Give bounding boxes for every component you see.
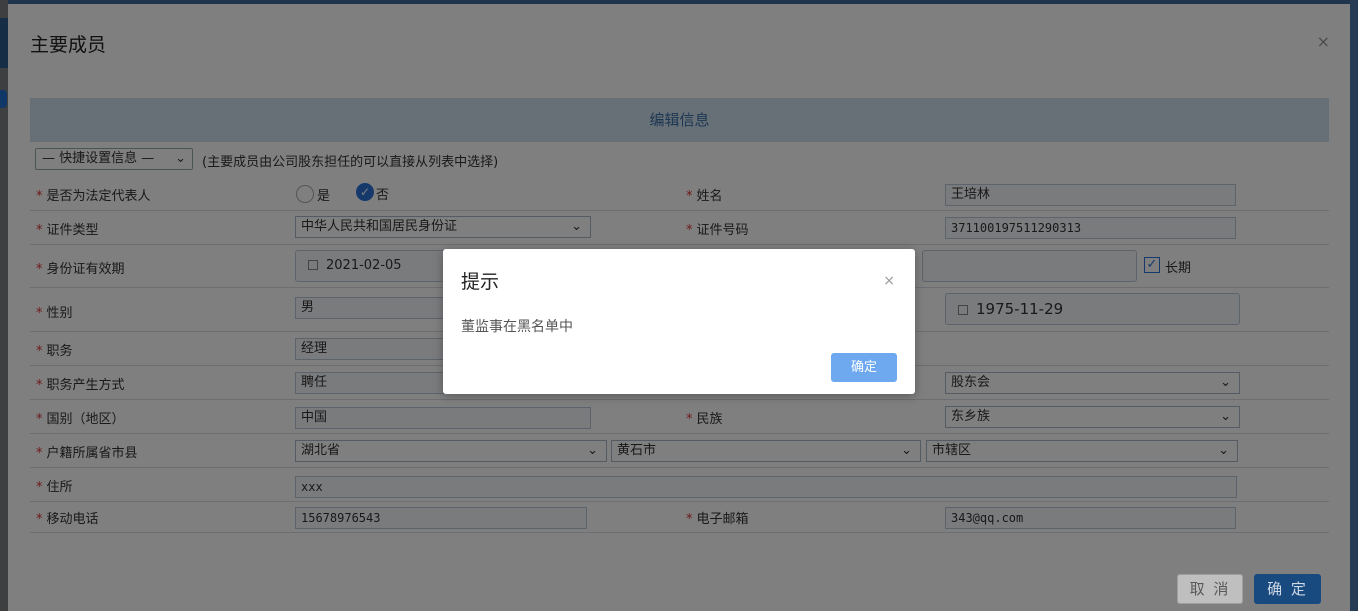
form-row-household: * 户籍所属省市县 湖北省 ⌄ 黄石市 ⌄ 市辖区 ⌄ [30, 434, 1329, 468]
country-label: * 国别（地区） [36, 412, 125, 427]
quick-settings-hint: (主要成员由公司股东担任的可以直接从列表中选择) [202, 155, 499, 170]
modal-title: 主要成员 [30, 34, 107, 56]
gender-label: * 性别 [36, 306, 73, 321]
check-icon: ✓ [359, 185, 371, 199]
position-label: * 职务 [36, 344, 73, 359]
form-row-id-type: * 证件类型 中华人民共和国居民身份证 ⌄ * 证件号码 37110019751129… [30, 211, 1329, 245]
district-select[interactable]: 市辖区 ⌄ [926, 440, 1238, 462]
chevron-down-icon: ⌄ [587, 443, 598, 458]
country-input[interactable]: 中国 [295, 407, 591, 429]
chevron-down-icon: ⌄ [175, 151, 186, 166]
calendar-icon [308, 260, 318, 270]
quick-settings-select[interactable]: — 快捷设置信息 — ⌄ [35, 148, 193, 170]
quick-settings-label: — 快捷设置信息 — [42, 151, 155, 166]
email-input[interactable]: 343@qq.com [945, 507, 1236, 529]
id-type-select[interactable]: 中华人民共和国居民身份证 ⌄ [295, 216, 591, 238]
id-number-label: * 证件号码 [686, 223, 749, 238]
chevron-down-icon: ⌄ [571, 219, 582, 234]
legal-rep-no-radio[interactable]: ✓ [356, 183, 374, 201]
alert-message: 董监事在黑名单中 [461, 319, 573, 335]
form-row-country: * 国别（地区） 中国 * 民族 东乡族 ⌄ [30, 400, 1329, 434]
long-term-label: 长期 [1165, 261, 1192, 276]
form-row-legal-rep: * 是否为法定代表人 是 ✓ 否 * 姓名 王培林 [30, 177, 1329, 211]
calendar-icon [958, 305, 968, 315]
confirm-button[interactable]: 确 定 [1254, 574, 1321, 604]
chevron-down-icon: ⌄ [901, 443, 912, 458]
check-icon: ✓ [1146, 257, 1158, 272]
background-left-strip [0, 0, 8, 611]
gender-select[interactable]: 男 [295, 297, 455, 319]
position-input[interactable]: 经理 [295, 338, 455, 360]
modal-close-icon[interactable]: × [1317, 32, 1330, 51]
address-label: * 住所 [36, 480, 73, 495]
province-select[interactable]: 湖北省 ⌄ [295, 440, 607, 462]
cancel-button[interactable]: 取 消 [1177, 574, 1243, 604]
appointing-body-select[interactable]: 股东会 ⌄ [945, 372, 1240, 394]
alert-close-icon[interactable]: × [883, 273, 895, 289]
alert-ok-button[interactable]: 确定 [831, 353, 897, 382]
form-row-mobile: * 移动电话 15678976543 * 电子邮箱 343@qq.com [30, 502, 1329, 533]
form-row-address: * 住所 xxx [30, 468, 1329, 502]
id-validity-end-date[interactable] [922, 250, 1137, 282]
position-method-label: * 职务产生方式 [36, 378, 125, 393]
mobile-label: * 移动电话 [36, 512, 99, 527]
id-number-input[interactable]: 371100197511290313 [945, 217, 1236, 239]
chevron-down-icon: ⌄ [1220, 409, 1231, 424]
background-right-strip [1350, 0, 1358, 611]
ethnicity-select[interactable]: 东乡族 ⌄ [945, 406, 1240, 428]
ethnicity-label: * 民族 [686, 412, 723, 427]
id-type-label: * 证件类型 [36, 223, 99, 238]
legal-rep-label: * 是否为法定代表人 [36, 189, 151, 204]
legal-rep-yes-label: 是 [317, 189, 331, 204]
chevron-down-icon: ⌄ [1218, 443, 1229, 458]
id-validity-label: * 身份证有效期 [36, 262, 125, 277]
mobile-input[interactable]: 15678976543 [295, 507, 587, 529]
name-label: * 姓名 [686, 189, 723, 204]
city-select[interactable]: 黄石市 ⌄ [611, 440, 921, 462]
id-validity-start-date[interactable]: 2021-02-05 [295, 250, 450, 282]
household-label: * 户籍所属省市县 [36, 446, 138, 461]
section-header: 编辑信息 [30, 98, 1329, 142]
address-input[interactable]: xxx [295, 476, 1237, 498]
legal-rep-no-label: 否 [376, 188, 390, 203]
alert-title: 提示 [461, 271, 500, 293]
position-method-select[interactable]: 聘任 [295, 372, 455, 394]
alert-dialog: 提示 × 董监事在黑名单中 确定 [443, 249, 915, 394]
legal-rep-yes-radio[interactable] [296, 185, 314, 203]
chevron-down-icon: ⌄ [1220, 375, 1231, 390]
birth-date-input[interactable]: 1975-11-29 [945, 293, 1240, 325]
email-label: * 电子邮箱 [686, 512, 749, 527]
name-input[interactable]: 王培林 [945, 184, 1236, 206]
long-term-checkbox[interactable]: ✓ [1144, 257, 1160, 273]
